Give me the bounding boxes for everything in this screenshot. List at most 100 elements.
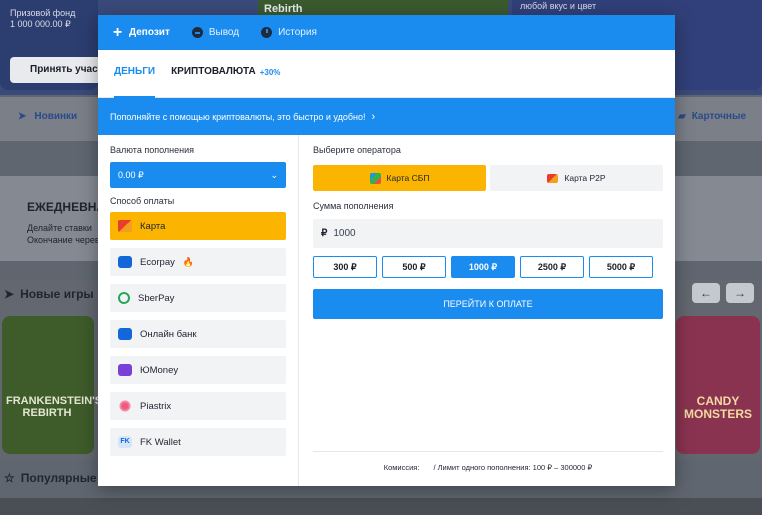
promo-card-tournament[interactable]: Призовой фонд 1 000 000.00 ₽ Принять уча… [0, 0, 105, 90]
join-button[interactable]: Принять участ [10, 57, 105, 83]
game-title: CANDY MONSTERS [683, 394, 752, 421]
operator-label: Выберите оператора [313, 145, 401, 155]
minus-circle-icon [191, 27, 203, 38]
amount-input[interactable]: ₽ 1000 [313, 219, 663, 248]
game-title: FRANKENSTEIN'S REBIRTH [6, 395, 103, 419]
deposit-type-tabs: ДЕНЬГИ КРИПТОВАЛЮТА +30% [98, 50, 675, 98]
operator-p2p[interactable]: Карта P2P [490, 165, 663, 191]
rocket-icon: ➤ [4, 287, 15, 301]
tab-label: Вывод [208, 27, 240, 38]
currency-select[interactable]: 0.00 ₽ ⌄ [110, 162, 286, 188]
payment-method-sberpay[interactable]: SberPay [110, 284, 286, 312]
new-games-heading: ➤ Новые игры [4, 287, 94, 301]
amount-label: Сумма пополнения [313, 201, 394, 211]
fk-wallet-icon: FK [118, 436, 132, 448]
operator-label: Карта P2P [564, 173, 606, 183]
divider [313, 451, 663, 452]
crypto-bonus-badge: +30% [259, 68, 281, 77]
amount-presets: 300 ₽ 500 ₽ 1000 ₽ 2500 ₽ 5000 ₽ [313, 256, 663, 278]
daily-desc-line: Окончание черев [27, 235, 99, 245]
card-icon [547, 173, 559, 183]
tab-deposit[interactable]: + Депозит [112, 24, 170, 41]
prize-fund-label: Призовой фонд [10, 8, 76, 18]
sbp-icon [369, 172, 381, 184]
modal-tabs: + Депозит Вывод История [98, 15, 675, 50]
daily-desc-line: Делайте ставки [27, 223, 92, 233]
fire-icon: 🔥 [182, 256, 195, 267]
payment-method-card[interactable]: Карта [110, 212, 286, 240]
tab-money[interactable]: ДЕНЬГИ [114, 50, 156, 98]
nav-item-cards[interactable]: ▰ Карточные [678, 111, 746, 122]
currency-label: Валюта пополнения [110, 145, 194, 155]
payment-method-label: Способ оплаты [110, 196, 175, 206]
star-icon: ☆ [4, 471, 15, 485]
tab-label: КРИПТОВАЛЮТА [171, 66, 256, 77]
tab-label: Депозит [129, 27, 170, 38]
cards-icon: ▰ [678, 111, 686, 122]
carousel-prev-button[interactable]: ← [692, 283, 720, 303]
tab-crypto[interactable]: КРИПТОВАЛЮТА +30% [171, 50, 280, 98]
section-title: Новые игры [20, 287, 94, 301]
payment-method-list: Карта Ecorpay 🔥 SberPay Онлайн банк ЮMon… [110, 212, 286, 456]
payment-method-label: Онлайн банк [140, 328, 197, 340]
payment-method-ecorpay[interactable]: Ecorpay 🔥 [110, 248, 286, 276]
section-title: Популярные [20, 471, 97, 485]
operator-sbp[interactable]: Карта СБП [313, 165, 486, 191]
carousel-next-button[interactable]: → [726, 283, 754, 303]
crypto-promo-banner[interactable]: Пополняйте с помощью криптовалюты, это б… [98, 98, 675, 135]
sberpay-icon [118, 292, 130, 304]
preset-1000[interactable]: 1000 ₽ [451, 256, 515, 278]
preset-2500[interactable]: 2500 ₽ [520, 256, 584, 278]
rocket-icon: ➤ [18, 111, 27, 122]
popular-games-row [0, 498, 762, 515]
tab-label: История [278, 27, 317, 38]
deposit-modal: + Депозит Вывод История ДЕНЬГИ КРИПТОВАЛ… [98, 15, 675, 486]
prize-fund-value: 1 000 000.00 ₽ [10, 19, 71, 29]
commission-label: Комиссия: [383, 463, 420, 472]
yumoney-icon [118, 364, 132, 376]
chevron-right-icon: › [371, 110, 376, 123]
currency-value: 0.00 ₽ [118, 169, 144, 180]
daily-description: Делайте ставки Окончание черев [27, 222, 99, 246]
game-tile[interactable] [2, 316, 94, 454]
tab-label: ДЕНЬГИ [114, 66, 156, 77]
banner-text: Пополняйте с помощью криптовалюты, это б… [110, 111, 366, 122]
payment-method-online-bank[interactable]: Онлайн банк [110, 320, 286, 348]
proceed-to-payment-button[interactable]: ПЕРЕЙТИ К ОПЛАТЕ [313, 289, 663, 319]
card-icon [118, 220, 132, 232]
popular-heading: ☆ Популярные [4, 471, 97, 485]
daily-title: ЕЖЕДНЕВНА [27, 200, 106, 214]
preset-5000[interactable]: 5000 ₽ [589, 256, 653, 278]
amount-value: 1000 [333, 228, 356, 239]
payment-method-label: ЮMoney [140, 364, 179, 376]
nav-item-new[interactable]: ➤ Новинки [18, 111, 77, 122]
bank-icon [118, 328, 132, 340]
deposit-footer: Комиссия: / Лимит одного пополнения: 100… [313, 463, 663, 472]
promo-offer-text: любой вкус и цвет [520, 1, 597, 11]
nav-item-label: Новинки [34, 111, 78, 122]
preset-500[interactable]: 500 ₽ [382, 256, 446, 278]
payment-method-piastrix[interactable]: Piastrix [110, 392, 286, 420]
payment-method-fk-wallet[interactable]: FK FK Wallet [110, 428, 286, 456]
chevron-down-icon: ⌄ [270, 169, 278, 180]
payment-method-label: Карта [140, 220, 166, 232]
deposit-details-column: Выберите оператора Карта СБП Карта P2P С… [299, 135, 675, 486]
tab-withdraw[interactable]: Вывод [191, 27, 240, 38]
payment-method-label: FK Wallet [140, 436, 181, 448]
payment-method-yumoney[interactable]: ЮMoney [110, 356, 286, 384]
preset-300[interactable]: 300 ₽ [313, 256, 377, 278]
ecorpay-icon [118, 256, 132, 268]
payment-method-label: Piastrix [140, 400, 172, 412]
payment-method-column: Валюта пополнения 0.00 ₽ ⌄ Способ оплаты… [98, 135, 299, 486]
plus-icon: + [112, 24, 123, 41]
nav-item-label: Карточные [691, 111, 747, 122]
ruble-icon: ₽ [321, 228, 328, 239]
deposit-limit-text: / Лимит одного пополнения: 100 ₽ – 30000… [433, 463, 593, 472]
operator-tabs: Карта СБП Карта P2P [313, 165, 663, 191]
tab-history[interactable]: История [261, 27, 317, 38]
game-tile[interactable] [676, 316, 760, 454]
promo-game-title: Rebirth [264, 3, 303, 15]
payment-method-label: Ecorpay [140, 256, 175, 268]
payment-method-label: SberPay [138, 292, 175, 304]
piastrix-icon [118, 400, 132, 412]
